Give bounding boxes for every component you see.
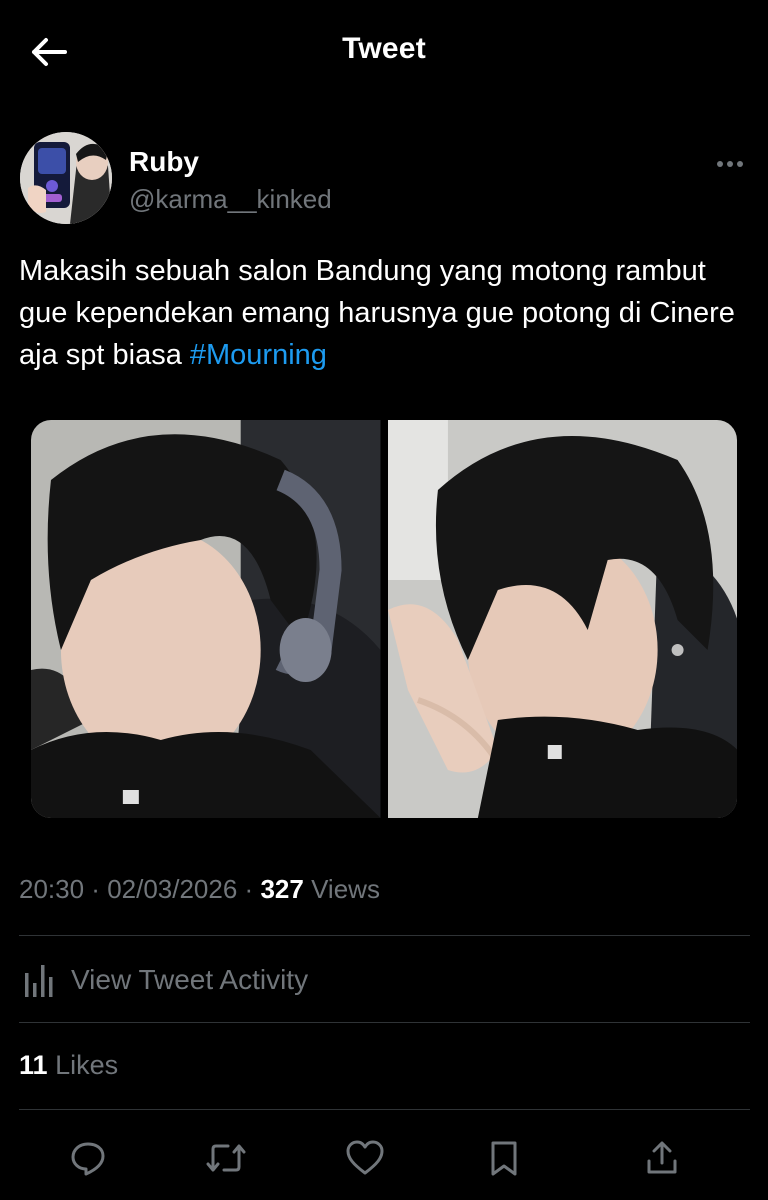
share-icon [647, 1141, 677, 1174]
more-dots-icon [717, 161, 743, 167]
tweet-author: Ruby @karma__kinked [20, 132, 748, 228]
likes-count-link[interactable]: 11 Likes [19, 1050, 118, 1081]
tweet-meta: 20:30 · 02/03/2026 · 327 Views [19, 874, 380, 905]
author-handle[interactable]: @karma__kinked [129, 184, 332, 215]
heart-icon [346, 1140, 384, 1175]
tweet-action-bar [0, 1132, 768, 1188]
view-tweet-activity-button[interactable]: View Tweet Activity [19, 957, 750, 1003]
bookmark-icon [491, 1141, 517, 1176]
views-label: Views [311, 874, 380, 904]
retweet-button[interactable] [204, 1136, 248, 1180]
divider [19, 935, 750, 936]
tweet-body: Makasih sebuah salon Bandung yang motong… [19, 255, 735, 371]
photo-1[interactable] [31, 420, 381, 818]
views-count: 327 [260, 874, 304, 904]
reply-icon [71, 1142, 105, 1176]
view-tweet-activity-label: View Tweet Activity [71, 964, 309, 995]
like-button[interactable] [343, 1136, 387, 1180]
tweet-media [31, 420, 737, 818]
divider [19, 1022, 750, 1023]
bar-chart-icon [25, 965, 53, 997]
tweet-date: 02/03/2026 [107, 874, 238, 904]
more-options-button[interactable] [712, 154, 748, 174]
meta-separator: · [237, 874, 261, 904]
page-title: Tweet [342, 32, 426, 65]
share-button[interactable] [640, 1136, 684, 1180]
top-bar: Tweet [0, 0, 768, 104]
tweet-time: 20:30 [19, 874, 85, 904]
reply-button[interactable] [66, 1136, 110, 1180]
photo-2-image [387, 420, 737, 818]
tweet-text: Makasih sebuah salon Bandung yang motong… [19, 250, 739, 376]
bookmark-button[interactable] [482, 1136, 526, 1180]
photo-1-image [31, 420, 381, 818]
hashtag-link[interactable]: #Mourning [190, 339, 327, 371]
meta-separator: · [84, 874, 108, 904]
likes-label: Likes [55, 1050, 119, 1080]
author-name[interactable]: Ruby [129, 146, 199, 178]
divider [19, 1109, 750, 1110]
retweet-icon [206, 1144, 246, 1172]
photo-2[interactable] [387, 420, 737, 818]
likes-count: 11 [19, 1050, 48, 1080]
avatar-photo [20, 132, 112, 224]
avatar[interactable] [20, 132, 112, 224]
